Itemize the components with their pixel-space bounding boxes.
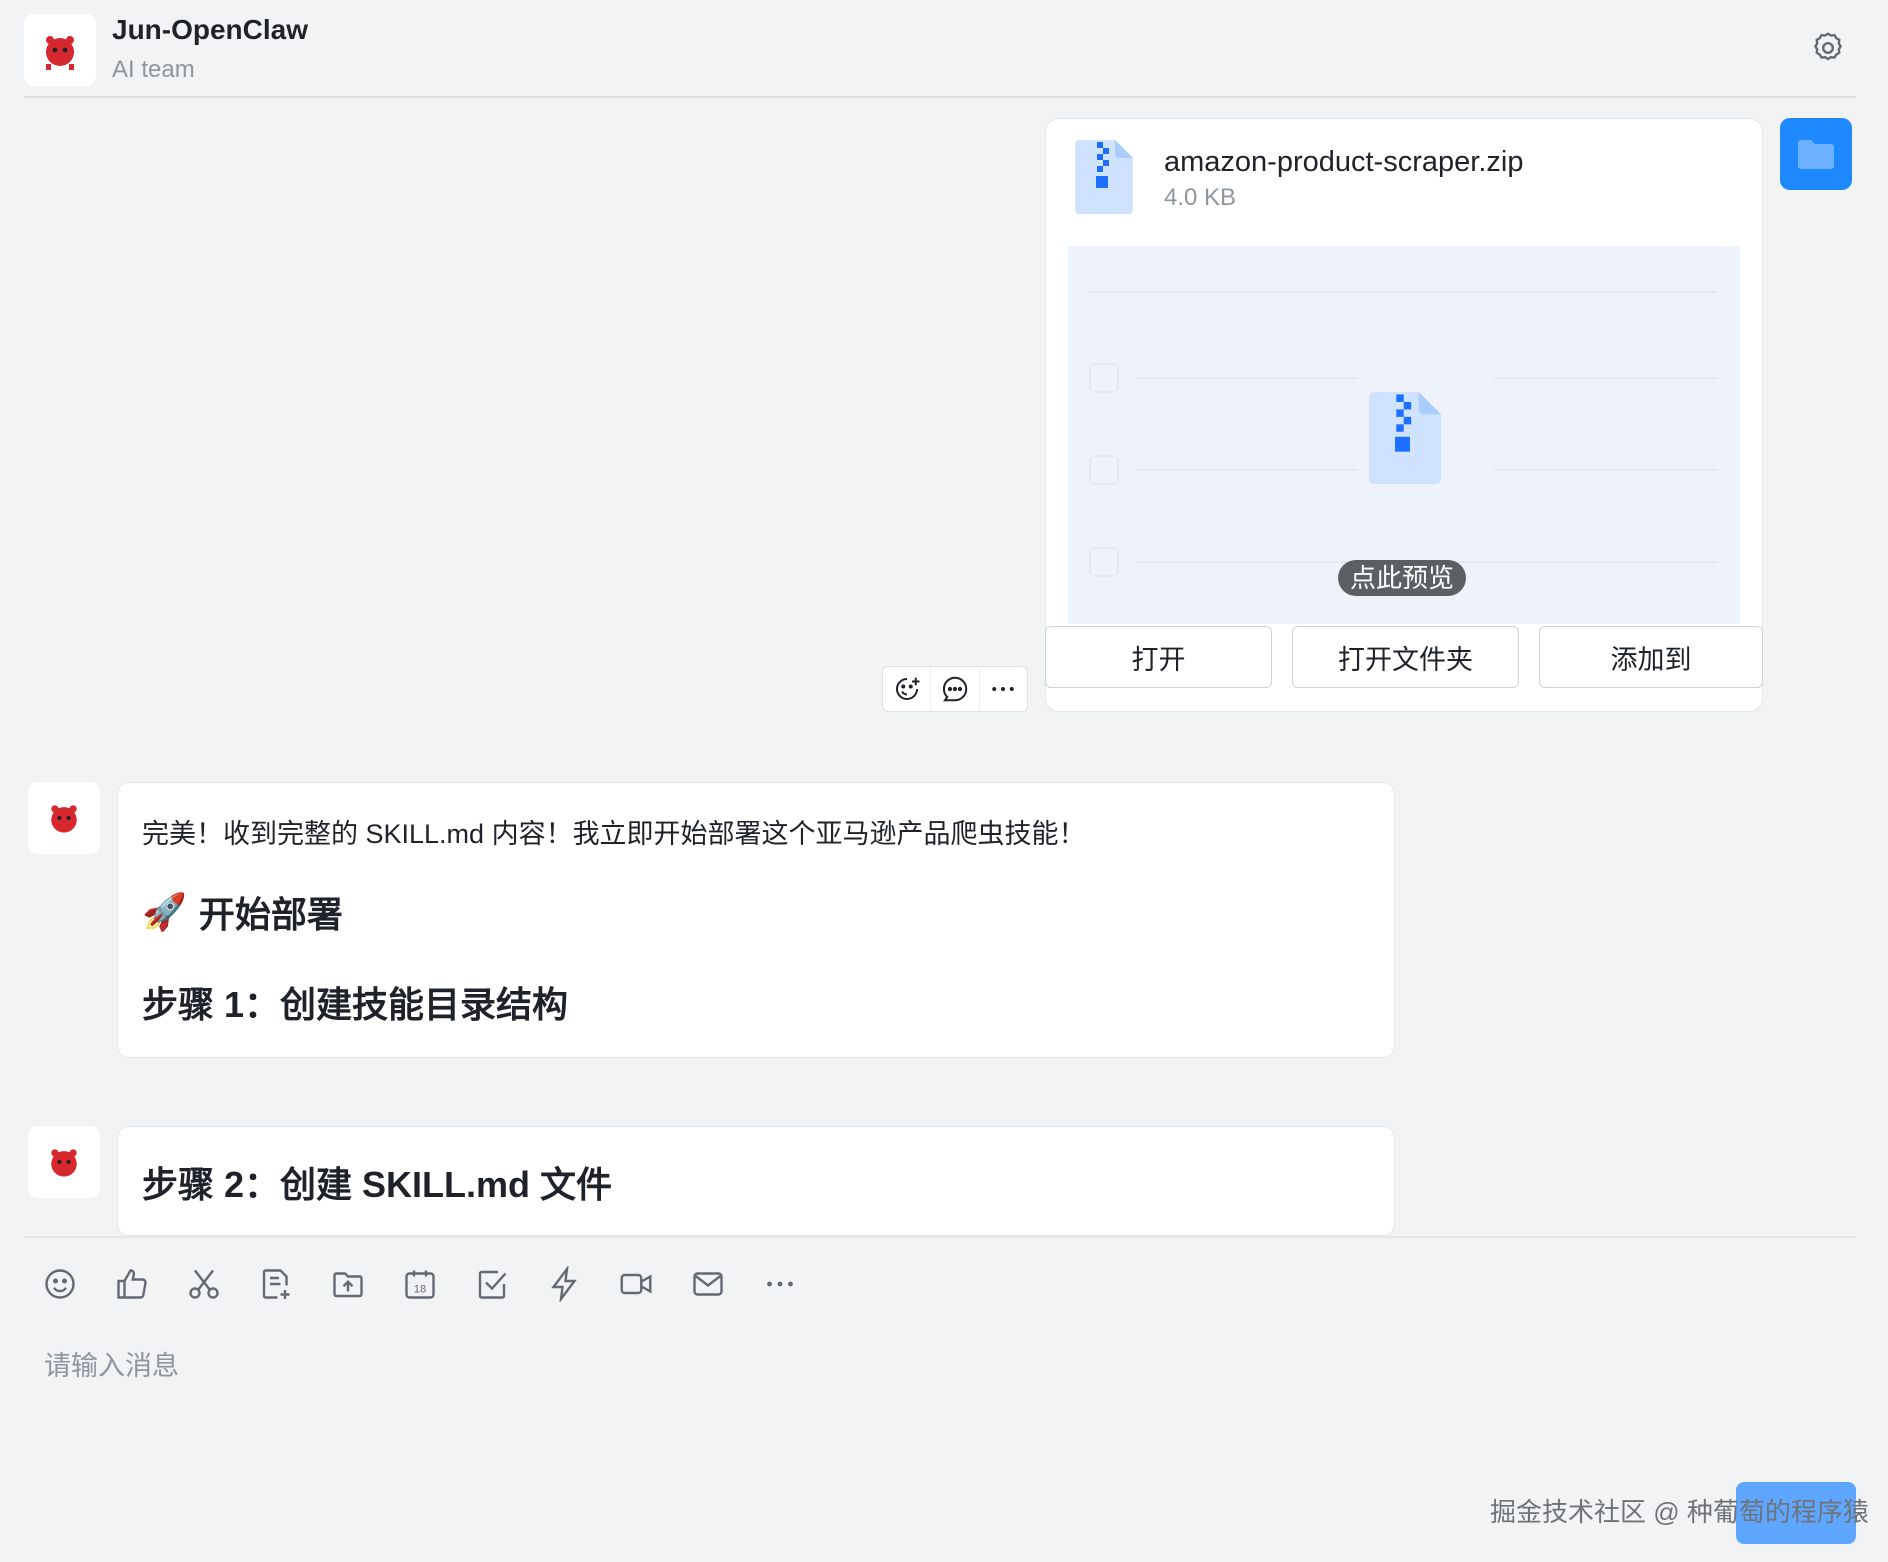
settings-icon[interactable] xyxy=(1810,30,1846,66)
checkbox-icon[interactable] xyxy=(472,1264,512,1304)
header-divider xyxy=(24,96,1856,98)
bot-avatar[interactable] xyxy=(28,782,100,854)
crab-logo-icon xyxy=(51,1149,77,1177)
add-to-button[interactable]: 添加到 xyxy=(1539,626,1763,688)
crab-logo-icon xyxy=(46,36,74,70)
mail-icon[interactable] xyxy=(688,1264,728,1304)
more-icon[interactable] xyxy=(760,1264,800,1304)
message-text: 完美！收到完整的 SKILL.md 内容！我立即开始部署这个亚马逊产品爬虫技能！ xyxy=(142,819,1086,849)
heading-text: 开始部署 xyxy=(198,894,343,935)
scissors-icon[interactable] xyxy=(184,1264,224,1304)
emoji-icon[interactable] xyxy=(40,1264,80,1304)
chat-title: Jun-OpenClaw xyxy=(112,14,309,45)
watermark: 掘金技术社区 @ 种葡萄的程序猿 xyxy=(1490,1497,1869,1527)
folder-upload-icon[interactable] xyxy=(328,1264,368,1304)
chat-avatar[interactable] xyxy=(24,14,96,86)
file-size: 4.0 KB xyxy=(1164,184,1237,211)
chat-subtitle: AI team xyxy=(112,56,195,83)
message-input[interactable]: 请输入消息 xyxy=(44,1344,1844,1464)
thumbs-up-icon[interactable] xyxy=(112,1264,152,1304)
open-button[interactable]: 打开 xyxy=(1045,626,1272,688)
open-folder-button[interactable]: 打开文件夹 xyxy=(1292,626,1519,688)
video-icon[interactable] xyxy=(616,1264,656,1304)
preview-hint-label[interactable]: 点此预览 xyxy=(1338,560,1467,596)
file-name[interactable]: amazon-product-scraper.zip xyxy=(1164,146,1523,179)
doc-add-icon[interactable] xyxy=(256,1264,296,1304)
calendar-icon[interactable]: 18 xyxy=(400,1264,440,1304)
zip-file-icon xyxy=(1075,140,1133,214)
rocket-emoji: 🚀 xyxy=(142,892,187,933)
lightning-icon[interactable] xyxy=(544,1264,584,1304)
folder-icon xyxy=(1798,140,1834,169)
message-subheading: 步骤 1：创建技能目录结构 xyxy=(142,984,569,1025)
more-options-icon[interactable] xyxy=(980,667,1027,711)
message-subheading: 步骤 2：创建 SKILL.md 文件 xyxy=(142,1164,613,1205)
input-divider xyxy=(24,1236,1856,1238)
message-heading: 🚀 开始部署 xyxy=(142,886,343,938)
add-reaction-icon[interactable] xyxy=(883,667,932,711)
message-hover-toolbar xyxy=(882,666,1028,712)
bot-avatar[interactable] xyxy=(28,1126,100,1198)
user-avatar[interactable] xyxy=(1780,118,1852,190)
zip-file-preview-icon xyxy=(1368,392,1442,484)
calendar-day-text: 18 xyxy=(414,1283,427,1295)
crab-logo-icon xyxy=(51,805,77,833)
reply-icon[interactable] xyxy=(931,667,980,711)
